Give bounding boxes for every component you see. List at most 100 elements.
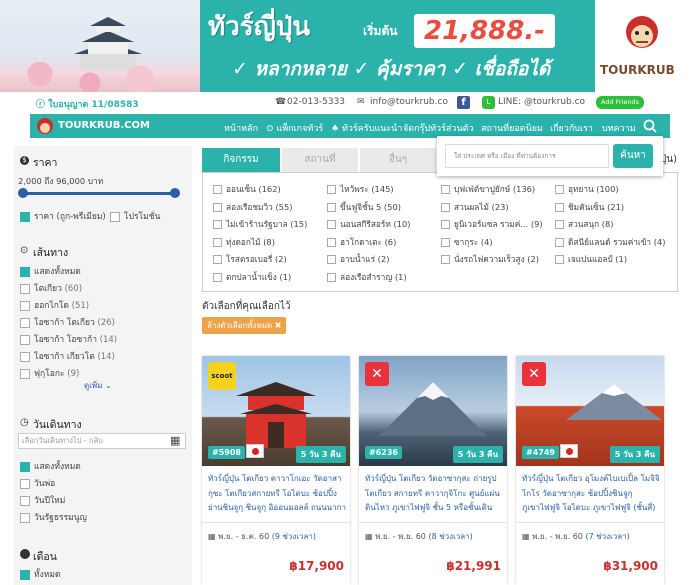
calendar-icon[interactable]: ▦: [170, 434, 180, 447]
checkbox[interactable]: [327, 272, 336, 282]
checkbox[interactable]: [555, 202, 564, 212]
route-option[interactable]: แสดงทั้งหมด: [20, 264, 81, 278]
tour-periods-link[interactable]: (8 ช่วงเวลา): [428, 532, 472, 541]
checkbox[interactable]: [441, 220, 450, 229]
activity-option[interactable]: ล่องเรือชมวิว (55): [213, 200, 292, 214]
tour-description[interactable]: ทัวร์ญี่ปุ่น โตเกียว คาวาโกเอะ วัดอาสากุ…: [208, 472, 346, 516]
checkbox[interactable]: [441, 255, 450, 264]
checkbox[interactable]: [327, 255, 336, 264]
promotion-option[interactable]: โปรโมชั่น: [110, 209, 160, 223]
checkbox[interactable]: [555, 220, 564, 229]
checkbox[interactable]: [555, 185, 564, 194]
facebook-icon[interactable]: f: [457, 96, 470, 109]
activity-option[interactable]: ไม่เข้าร้านรัฐบาล (15): [213, 217, 307, 231]
route-option[interactable]: โตเกียว (60): [20, 281, 82, 295]
checkbox[interactable]: [555, 255, 564, 264]
checkbox[interactable]: [20, 300, 30, 311]
activity-option[interactable]: นั่งรถไฟความเร็วสูง (2): [441, 252, 539, 266]
tour-description[interactable]: ทัวร์ญี่ปุ่น โตเกียว อุโมงค์ไบเบเปิ้ล โม…: [522, 472, 660, 516]
activity-option[interactable]: บุฟเฟ่ต์ขาปูยักษ์ (136): [441, 182, 535, 196]
checkbox[interactable]: [441, 202, 450, 212]
activity-option[interactable]: อาบน้ำแร่ (2): [327, 252, 389, 266]
activity-option[interactable]: โรสตรอเบอรี่ (2): [213, 252, 287, 266]
search-icon[interactable]: [643, 119, 657, 133]
checkbox[interactable]: [441, 185, 450, 194]
checkbox[interactable]: [20, 351, 30, 362]
nav-recommended[interactable]: ♠ ทัวร์ครับแนะนำ: [331, 121, 402, 135]
activity-option[interactable]: เจแปนแอลป์ (1): [555, 252, 627, 266]
checkbox[interactable]: [20, 368, 30, 379]
search-button[interactable]: ค้นหา: [613, 144, 653, 168]
date-option[interactable]: แสดงทั้งหมด: [20, 459, 81, 473]
activity-option[interactable]: สวนสนุก (8): [555, 217, 614, 231]
checkbox[interactable]: [213, 237, 222, 247]
checkbox[interactable]: [327, 202, 336, 212]
route-option[interactable]: ฮอกไกโด (51): [20, 298, 89, 312]
date-option[interactable]: วันรัฐธรรมนูญ: [20, 510, 87, 524]
line-id[interactable]: LINE: @tourkrub.co: [498, 97, 585, 107]
checkbox[interactable]: [213, 220, 222, 229]
brand-link[interactable]: TOURKRUB.COM: [58, 120, 150, 131]
route-option[interactable]: โอซาก้า เกียวโต (14): [20, 349, 115, 363]
phone-number[interactable]: 02-013-5333: [287, 97, 345, 107]
checkbox-checked[interactable]: [20, 211, 30, 222]
nav-packages[interactable]: ⊙ แพ็กเกจทัวร์: [266, 121, 323, 135]
search-input[interactable]: ใส่ ประเทศ หรือ เมือง ที่ท่านต้องการ: [445, 144, 609, 168]
promo-banner[interactable]: ทัวร์ญี่ปุ่น เริ่มต้น 21,888.- ✓ หลากหลา…: [0, 0, 690, 92]
checkbox[interactable]: [213, 202, 222, 212]
tab-places[interactable]: สถานที่: [282, 148, 358, 172]
activity-option[interactable]: ซากุระ (4): [441, 235, 493, 249]
activity-option[interactable]: นอนสกีรีสอร์ท (10): [327, 217, 411, 231]
checkbox[interactable]: [20, 478, 30, 489]
checkbox[interactable]: [555, 237, 564, 247]
nav-popular-places[interactable]: สถานที่ยอดนิยม: [481, 121, 543, 135]
activity-option[interactable]: ดิสนีย์แลนด์ รวมค่าเข้า (4): [555, 235, 665, 249]
add-friends-button[interactable]: Add Friends: [596, 96, 645, 109]
tour-card[interactable]: ✕ #4749 5 วัน 3 คืน ทัวร์ญี่ปุ่น โตเกียว…: [516, 356, 664, 585]
nav-private-group[interactable]: จัดกรุ๊ปทัวร์ส่วนตัว: [403, 121, 474, 135]
tour-periods-link[interactable]: (7 ช่วงเวลา): [585, 532, 629, 541]
checkbox-checked[interactable]: [20, 266, 30, 277]
date-option[interactable]: วันปีใหม่: [20, 493, 65, 507]
checkbox[interactable]: [213, 255, 222, 264]
month-option[interactable]: ทั้งหมด: [20, 567, 60, 581]
nav-home[interactable]: หน้าหลัก: [224, 121, 258, 135]
checkbox[interactable]: [213, 272, 222, 282]
checkbox[interactable]: [213, 185, 222, 194]
email-address[interactable]: info@tourkrub.co: [370, 97, 448, 107]
activity-option[interactable]: ล่องเรือสำราญ (1): [327, 270, 407, 284]
price-slider-max-handle[interactable]: [170, 188, 180, 198]
activity-option[interactable]: ไหว้พระ (145): [327, 182, 394, 196]
checkbox-checked[interactable]: [20, 569, 30, 580]
activity-option[interactable]: ชิมคันเซ็น (21): [555, 200, 624, 214]
clear-filters-button[interactable]: ล้างตัวเลือกทั้งหมด ✖: [202, 317, 287, 334]
checkbox[interactable]: [110, 211, 120, 222]
checkbox[interactable]: [20, 283, 30, 294]
line-icon[interactable]: L: [482, 96, 495, 109]
checkbox[interactable]: [327, 237, 336, 247]
checkbox[interactable]: [20, 317, 30, 328]
nav-about[interactable]: เกี่ยวกับเรา: [550, 121, 593, 135]
activity-option[interactable]: ฮาโกดาเตะ (6): [327, 235, 396, 249]
tab-others[interactable]: อื่นๆ: [360, 148, 436, 172]
checkbox[interactable]: [441, 237, 450, 247]
date-option[interactable]: วันพ่อ: [20, 476, 55, 490]
tab-activities[interactable]: กิจกรรม: [202, 148, 280, 172]
activity-option[interactable]: ยูนิเวอร์แซล รวมค่... (9): [441, 217, 543, 231]
price-slider-min-handle[interactable]: [18, 188, 28, 198]
tour-card[interactable]: ✕ #6236 5 วัน 3 คืน ทัวร์ญี่ปุ่น โตเกียว…: [359, 356, 507, 585]
checkbox[interactable]: [20, 495, 30, 506]
checkbox[interactable]: [327, 185, 336, 194]
checkbox[interactable]: [327, 220, 336, 229]
checkbox-checked[interactable]: [20, 461, 30, 472]
route-option[interactable]: โอซาก้า โตเกียว (26): [20, 315, 115, 329]
route-option[interactable]: โอซาก้า โอซาก้า (14): [20, 332, 117, 346]
activity-option[interactable]: อุทยาน (100): [555, 182, 619, 196]
tour-periods-link[interactable]: (9 ช่วงเวลา): [272, 532, 316, 541]
route-option[interactable]: ฟุกุโอกะ (9): [20, 366, 79, 380]
see-more-link[interactable]: ดูเพิ่ม ⌄: [84, 379, 112, 392]
checkbox[interactable]: [20, 512, 30, 523]
activity-option[interactable]: ออนเซ็น (162): [213, 182, 281, 196]
checkbox[interactable]: [20, 334, 30, 345]
date-range-input[interactable]: เลือกวันเดินทางไป - กลับ: [18, 433, 186, 449]
